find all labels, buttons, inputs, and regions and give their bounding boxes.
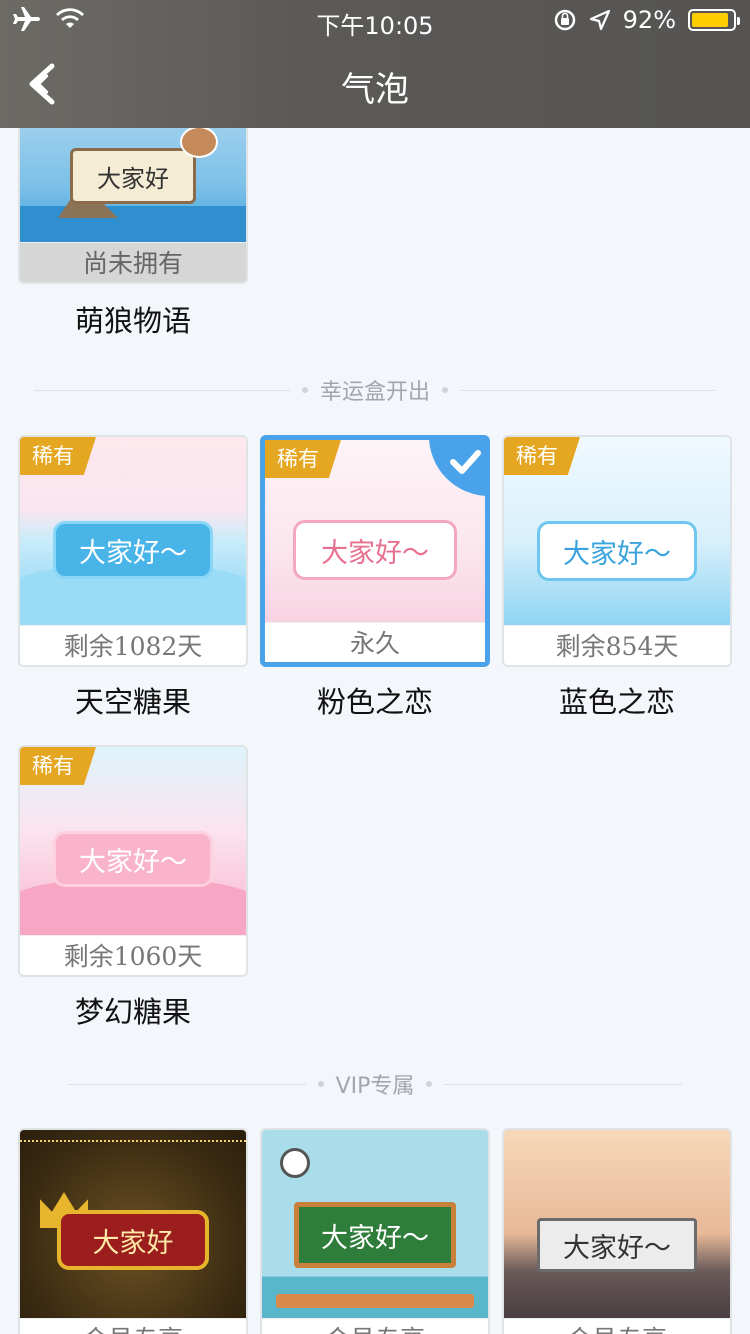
rare-badge: 稀有 bbox=[20, 747, 96, 785]
bubble-card-wolf[interactable]: 大家好 尚未拥有 bbox=[18, 128, 248, 284]
bubble-card-blue-love[interactable]: 稀有 大家好～ 剩余854天 bbox=[502, 435, 732, 667]
item-status: 剩余1082天 bbox=[20, 625, 246, 665]
item-status: 会员专享 bbox=[20, 1318, 246, 1334]
bubble-sample: 大家好～ bbox=[293, 520, 457, 580]
bubble-card-vip-classroom[interactable]: 大家好～ 会员专享 bbox=[260, 1128, 490, 1334]
item-status: 会员专享 bbox=[504, 1318, 730, 1334]
section-title: VIP专属 bbox=[335, 1074, 415, 1099]
bubble-card-vip-sunset[interactable]: 大家好～ 会员专享 bbox=[502, 1128, 732, 1334]
item-name: 粉色之恋 bbox=[316, 685, 433, 719]
bubble-preview: 大家好～ bbox=[504, 1130, 730, 1318]
bubble-sample: 大家好～ bbox=[294, 1202, 456, 1268]
bubble-preview: 大家好 bbox=[20, 1130, 246, 1318]
bubble-sample: 大家好 bbox=[70, 148, 196, 204]
bubble-sample: 大家好～ bbox=[537, 1218, 697, 1272]
item-status: 会员专享 bbox=[262, 1318, 488, 1334]
section-divider-lucky-box: 幸运盒开出 bbox=[34, 374, 717, 406]
bubble-preview: 大家好 bbox=[20, 128, 246, 242]
rare-badge: 稀有 bbox=[265, 440, 341, 478]
item-status: 剩余854天 bbox=[504, 625, 730, 665]
wolf-icon bbox=[180, 128, 218, 158]
item-status: 剩余1060天 bbox=[20, 935, 246, 975]
battery-percent: 92% bbox=[622, 6, 676, 34]
orientation-lock-icon bbox=[554, 9, 575, 31]
bubble-preview: 大家好～ bbox=[262, 1130, 488, 1318]
page-title: 气泡 bbox=[341, 70, 409, 110]
location-icon bbox=[589, 9, 610, 31]
battery-icon bbox=[688, 9, 740, 31]
bubble-card-vip-crown[interactable]: 大家好 会员专享 bbox=[18, 1128, 248, 1334]
rare-badge: 稀有 bbox=[504, 437, 580, 475]
selected-check-icon bbox=[429, 440, 485, 496]
item-status: 永久 bbox=[265, 622, 485, 662]
bubble-card-dream-candy[interactable]: 稀有 大家好～ 剩余1060天 bbox=[18, 745, 248, 977]
item-name: 萌狼物语 bbox=[74, 304, 191, 338]
item-status: 尚未拥有 bbox=[20, 242, 246, 282]
item-name: 天空糖果 bbox=[74, 685, 191, 719]
status-right: 92% bbox=[553, 6, 740, 34]
item-name: 蓝色之恋 bbox=[558, 685, 675, 719]
bubble-sample: 大家好～ bbox=[53, 831, 213, 887]
status-bar: 下午10:05 92% bbox=[0, 0, 750, 40]
bubble-list[interactable]: 大家好 尚未拥有 萌狼物语 幸运盒开出 稀有 大家好～ 剩余1082天 天空糖果… bbox=[0, 128, 750, 1334]
bubble-sample: 大家好～ bbox=[53, 521, 213, 579]
rare-badge: 稀有 bbox=[20, 437, 96, 475]
bubble-sample: 大家好～ bbox=[537, 521, 697, 581]
navbar: 气泡 bbox=[0, 40, 750, 128]
clock-icon bbox=[280, 1148, 310, 1178]
section-title: 幸运盒开出 bbox=[320, 380, 431, 405]
item-name: 梦幻糖果 bbox=[74, 995, 191, 1029]
header: 下午10:05 92% 气泡 bbox=[0, 0, 750, 128]
bubble-card-sky-candy[interactable]: 稀有 大家好～ 剩余1082天 bbox=[18, 435, 248, 667]
bubble-card-pink-love[interactable]: 稀有 大家好～ 永久 bbox=[260, 435, 490, 667]
bubble-sample: 大家好 bbox=[57, 1210, 209, 1270]
section-divider-vip: VIP专属 bbox=[68, 1068, 682, 1100]
